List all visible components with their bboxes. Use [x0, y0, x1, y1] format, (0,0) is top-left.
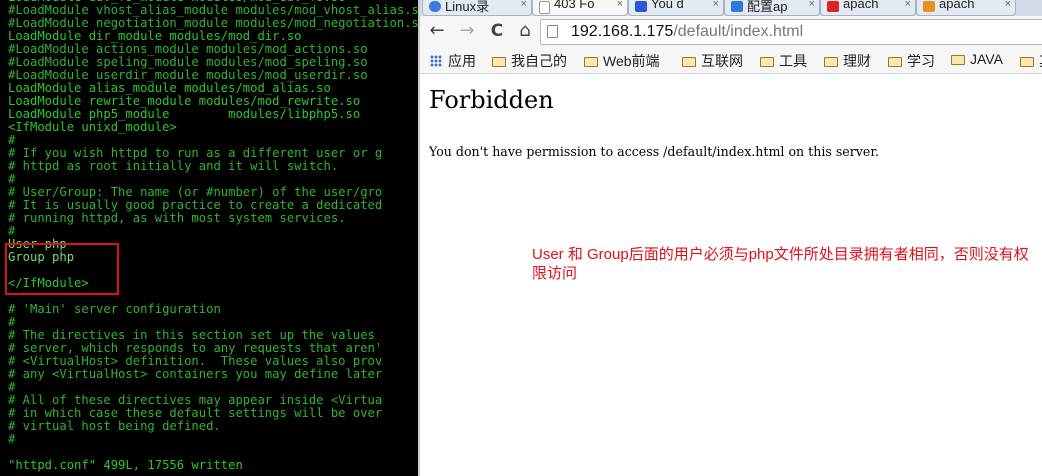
- url-text: 192.168.1.175/default/index.html: [571, 23, 804, 40]
- page-info-icon[interactable]: [547, 25, 558, 38]
- folder-icon: [824, 57, 838, 67]
- tab-5[interactable]: apach ×: [916, 0, 1016, 16]
- close-tab-icon[interactable]: ×: [809, 0, 815, 10]
- close-tab-icon[interactable]: ×: [713, 0, 719, 10]
- folder-icon: [492, 57, 506, 67]
- terminal-line: <IfModule unixd_module>: [8, 120, 177, 134]
- close-tab-icon[interactable]: ×: [521, 0, 527, 10]
- annotation-note: User 和 Group后面的用户必须与php文件所处目录拥有者相同，否则没有权…: [532, 246, 1029, 282]
- terminal-line: # any <VirtualHost> containers you may d…: [8, 367, 383, 381]
- folder-icon: [682, 57, 696, 67]
- address-bar[interactable]: 192.168.1.175/default/index.html: [540, 19, 1042, 45]
- terminal-line: #: [8, 224, 16, 238]
- folder-icon: [888, 57, 902, 67]
- close-tab-icon[interactable]: ×: [617, 0, 623, 10]
- browser-window: Linux录 × 403 Fo × You d × 配置ap × apach × apac…: [420, 0, 1042, 476]
- bookmark-folder-java[interactable]: JAVA: [951, 51, 1003, 67]
- page-icon: [539, 1, 550, 14]
- bookmark-folder-web[interactable]: Web前端: [584, 51, 660, 71]
- bookmark-folder-mine[interactable]: 我自己的: [492, 51, 567, 71]
- browser-toolbar: ← → C ⌂ 192.168.1.175/default/index.html: [420, 16, 1042, 48]
- bookmark-folder-tools[interactable]: 工具: [760, 51, 807, 71]
- bookmark-folder-internet[interactable]: 互联网: [682, 51, 743, 71]
- folder-icon: [951, 55, 965, 65]
- bookmarks-bar: 应用 我自己的 Web前端 互联网 工具 理财 学习 JAVA 其: [420, 48, 1042, 74]
- apps-grid-icon: [430, 55, 442, 67]
- terminal-text: LoadModule dav_fs_module modules/mod_dav…: [8, 0, 418, 472]
- baidu-paw-icon: [635, 1, 647, 12]
- terminal-line: # 'Main' server configuration: [8, 302, 221, 316]
- terminal-line: # httpd as root initially and it will sw…: [8, 159, 339, 173]
- close-tab-icon[interactable]: ×: [905, 0, 911, 10]
- site-c-icon: [731, 1, 743, 12]
- reload-icon[interactable]: C: [486, 20, 508, 42]
- tab-2[interactable]: You d ×: [628, 0, 724, 16]
- site-orange-icon: [923, 1, 935, 12]
- tab-1[interactable]: 403 Fo ×: [532, 0, 628, 16]
- home-icon[interactable]: ⌂: [514, 20, 536, 42]
- folder-icon: [1020, 57, 1034, 67]
- bookmark-folder-study[interactable]: 学习: [888, 51, 935, 71]
- site-red-icon: [827, 1, 839, 12]
- terminal-line: # virtual host being defined.: [8, 419, 221, 433]
- tab-3[interactable]: 配置ap ×: [724, 0, 820, 16]
- forward-icon[interactable]: →: [456, 20, 478, 42]
- folder-icon: [760, 57, 774, 67]
- folder-icon: [584, 57, 598, 67]
- bookmark-apps[interactable]: 应用: [430, 51, 476, 71]
- tab-strip: Linux录 × 403 Fo × You d × 配置ap × apach × apac…: [420, 0, 1042, 16]
- terminal-window[interactable]: LoadModule dav_fs_module modules/mod_dav…: [0, 0, 418, 476]
- terminal-line: # running httpd, as with most system ser…: [8, 211, 346, 225]
- tab-4[interactable]: apach ×: [820, 0, 916, 16]
- terminal-line: "httpd.conf" 499L, 17556 written: [8, 458, 243, 472]
- page-title: Forbidden: [429, 86, 554, 114]
- highlight-box: [5, 243, 119, 295]
- close-tab-icon[interactable]: ×: [1005, 0, 1011, 10]
- bookmark-folder-finance[interactable]: 理财: [824, 51, 871, 71]
- tab-0[interactable]: Linux录 ×: [422, 0, 532, 16]
- chrome-page-icon: [429, 1, 441, 12]
- error-message: You don't have permission to access /def…: [429, 144, 879, 159]
- back-icon[interactable]: ←: [426, 20, 448, 42]
- bookmark-folder-other[interactable]: 其: [1020, 51, 1042, 71]
- terminal-line: #: [8, 432, 16, 446]
